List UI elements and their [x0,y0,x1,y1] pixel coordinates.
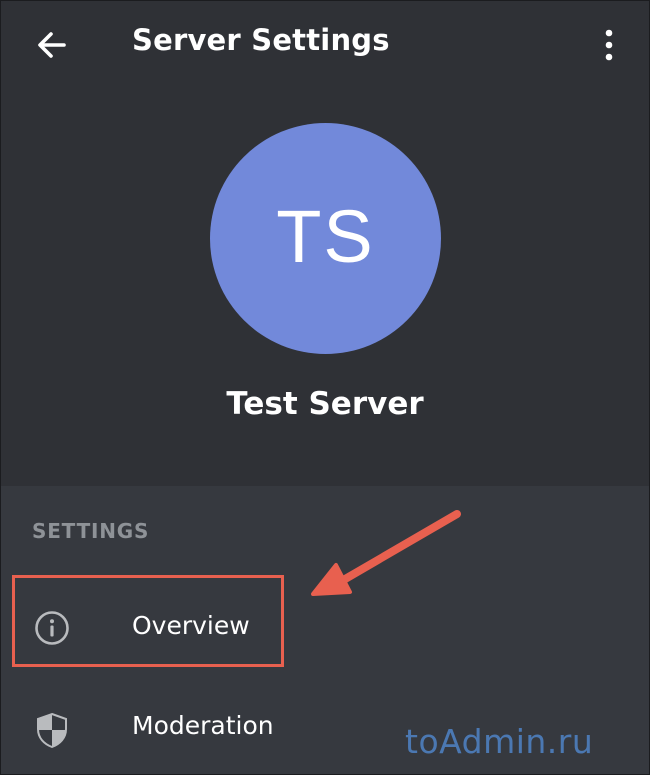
arrow-left-icon[interactable] [34,27,70,63]
info-circle-icon [35,611,69,645]
section-header-settings: SETTINGS [32,519,150,543]
page-title: Server Settings [132,23,390,57]
server-header: Server Settings TS Test Server [1,1,649,486]
menu-item-label: Moderation [132,711,274,740]
menu-item-overview[interactable]: Overview [1,578,649,678]
more-vertical-icon[interactable] [597,27,621,63]
menu-item-label: Overview [132,611,250,640]
shield-icon [37,712,67,748]
server-avatar[interactable]: TS [210,123,441,354]
server-initials: TS [276,195,375,278]
watermark: toAdmin.ru [405,722,594,761]
server-name: Test Server [226,386,424,422]
app-window: Server Settings TS Test Server SETTINGS … [0,0,650,775]
app-bar: Server Settings [1,1,649,91]
